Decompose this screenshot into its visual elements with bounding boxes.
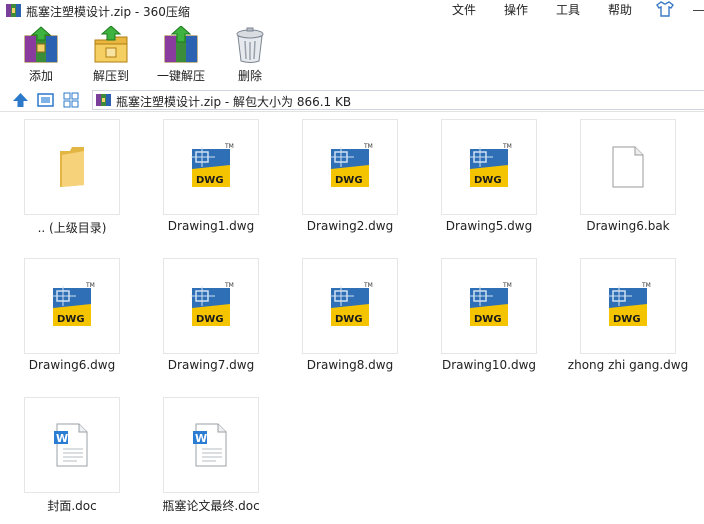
menu-file[interactable]: 文件 [452, 1, 476, 19]
file-thumbnail: TM DWG [163, 258, 259, 354]
list-item-drawing8-dwg[interactable]: TM DWG Drawing8.dwg [280, 252, 416, 382]
minimize-button[interactable] [691, 2, 704, 16]
one-click-extract-label: 一键解压 [156, 69, 205, 83]
svg-text:DWG: DWG [196, 175, 224, 186]
toolbar: 添加 解压到 一键解压 删除 [0, 22, 704, 88]
list-item-drawing10-dwg[interactable]: TM DWG Drawing10.dwg [419, 252, 555, 382]
svg-text:TM: TM [224, 282, 234, 289]
add-archive-icon [24, 26, 58, 63]
svg-text:TM: TM [502, 282, 512, 289]
svg-text:TM: TM [85, 282, 95, 289]
dwg-file-icon: TM DWG [330, 282, 373, 326]
file-thumbnail [24, 119, 120, 215]
list-item-zhong-zhi-gang-dwg[interactable]: TM DWG zhong zhi gang.dwg [558, 252, 694, 382]
skin-tshirt-icon[interactable] [656, 1, 674, 17]
address-bar: 瓶塞注塑模设计.zip - 解包大小为 866.1 KB [0, 88, 704, 112]
file-name: Drawing8.dwg [306, 358, 394, 372]
menu-help[interactable]: 帮助 [608, 1, 632, 19]
svg-text:DWG: DWG [57, 314, 85, 325]
svg-text:TM: TM [224, 143, 234, 150]
blank-file-icon [612, 146, 644, 188]
file-thumbnail: TM DWG [580, 258, 676, 354]
up-arrow-icon[interactable] [12, 92, 29, 108]
file-name: Drawing10.dwg [441, 358, 537, 372]
dwg-file-icon: TM DWG [469, 282, 512, 326]
file-name: Drawing6.dwg [28, 358, 116, 372]
file-name: Drawing7.dwg [167, 358, 255, 372]
dwg-file-icon: TM DWG [330, 143, 373, 187]
file-name: 封面.doc [47, 499, 97, 513]
file-thumbnail: TM DWG [441, 258, 537, 354]
add-label: 添加 [28, 69, 53, 83]
word-doc-icon: W [54, 423, 88, 467]
dwg-file-icon: TM DWG [608, 282, 651, 326]
window-title: 瓶塞注塑模设计.zip - 360压缩 [26, 5, 190, 19]
list-item-drawing1-dwg[interactable]: TM DWG Drawing1.dwg [141, 113, 277, 243]
delete-label: 删除 [237, 69, 262, 83]
view-thumbnails-icon[interactable] [37, 92, 54, 108]
file-thumbnail: W [24, 397, 120, 493]
dwg-file-icon: TM DWG [191, 282, 234, 326]
dwg-file-icon: TM DWG [52, 282, 95, 326]
list-item-drawing6-dwg[interactable]: TM DWG Drawing6.dwg [2, 252, 138, 382]
file-name: 瓶塞论文最终.doc [162, 499, 260, 513]
address-path: 瓶塞注塑模设计.zip - 解包大小为 866.1 KB [116, 95, 352, 109]
svg-text:W: W [56, 432, 68, 445]
view-grid-icon[interactable] [63, 92, 80, 108]
extract-to-label: 解压到 [92, 69, 129, 83]
list-item-drawing7-dwg[interactable]: TM DWG Drawing7.dwg [141, 252, 277, 382]
dwg-file-icon: TM DWG [469, 143, 512, 187]
file-name: Drawing5.dwg [445, 219, 533, 233]
file-name: Drawing1.dwg [167, 219, 255, 233]
file-list: .. (上级目录) TM DWG Drawing1.dwg TM DWG Dra… [0, 113, 704, 524]
menu-operate[interactable]: 操作 [504, 1, 528, 19]
svg-text:DWG: DWG [474, 175, 502, 186]
extract-to-button[interactable]: 解压到 [81, 22, 141, 86]
archive-app-icon [6, 4, 21, 17]
svg-text:DWG: DWG [335, 314, 363, 325]
file-name: zhong zhi gang.dwg [567, 358, 689, 372]
file-thumbnail [580, 119, 676, 215]
svg-text:TM: TM [363, 282, 373, 289]
delete-button[interactable]: 删除 [220, 22, 280, 86]
file-thumbnail: TM DWG [302, 119, 398, 215]
one-click-extract-button[interactable]: 一键解压 [151, 22, 211, 86]
zip-file-icon [96, 94, 111, 106]
svg-text:TM: TM [363, 143, 373, 150]
svg-text:DWG: DWG [474, 314, 502, 325]
one-click-extract-icon [164, 26, 198, 63]
list-item-parent-folder[interactable]: .. (上级目录) [2, 113, 138, 243]
file-thumbnail: TM DWG [302, 258, 398, 354]
list-item-drawing6-bak[interactable]: Drawing6.bak [558, 113, 694, 243]
svg-text:DWG: DWG [613, 314, 641, 325]
list-item-cover-doc[interactable]: W 封面.doc [2, 391, 138, 521]
add-button[interactable]: 添加 [11, 22, 71, 86]
svg-text:TM: TM [502, 143, 512, 150]
file-thumbnail: TM DWG [163, 119, 259, 215]
extract-folder-icon [94, 26, 128, 63]
file-name: Drawing6.bak [586, 219, 670, 233]
title-bar: 瓶塞注塑模设计.zip - 360压缩 文件 操作 工具 帮助 [0, 0, 704, 22]
svg-text:DWG: DWG [196, 314, 224, 325]
folder-icon [60, 147, 84, 187]
file-thumbnail: W [163, 397, 259, 493]
file-name: Drawing2.dwg [306, 219, 394, 233]
file-name: .. (上级目录) [37, 221, 107, 235]
address-field[interactable]: 瓶塞注塑模设计.zip - 解包大小为 866.1 KB [92, 90, 704, 110]
svg-text:W: W [195, 432, 207, 445]
file-thumbnail: TM DWG [24, 258, 120, 354]
dwg-file-icon: TM DWG [191, 143, 234, 187]
list-item-drawing2-dwg[interactable]: TM DWG Drawing2.dwg [280, 113, 416, 243]
list-item-thesis-final-doc[interactable]: W 瓶塞论文最终.doc [141, 391, 277, 521]
svg-text:TM: TM [641, 282, 651, 289]
trash-can-icon [236, 27, 264, 63]
menu-tools[interactable]: 工具 [556, 1, 580, 19]
svg-text:DWG: DWG [335, 175, 363, 186]
list-item-drawing5-dwg[interactable]: TM DWG Drawing5.dwg [419, 113, 555, 243]
file-thumbnail: TM DWG [441, 119, 537, 215]
word-doc-icon: W [193, 423, 227, 467]
